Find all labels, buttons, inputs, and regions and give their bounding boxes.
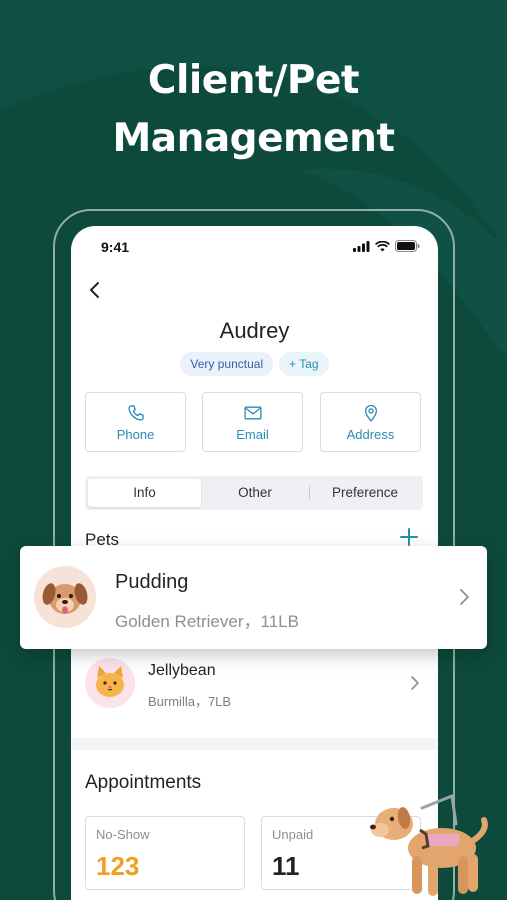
tab-preference[interactable]: Preference [310, 479, 420, 507]
pet-name: Pudding [115, 571, 189, 593]
appointments-heading: Appointments [85, 772, 202, 793]
info-tabs: Info Other Preference [85, 476, 423, 510]
headline-line-2: Management [112, 116, 395, 161]
email-label: Email [236, 427, 269, 442]
chevron-right-icon [460, 589, 469, 605]
address-label: Address [346, 427, 395, 442]
location-pin-icon [364, 404, 377, 422]
status-bar: 9:41 [71, 226, 438, 270]
wifi-icon [375, 240, 390, 251]
stat-label: Unpaid [272, 827, 314, 842]
envelope-icon [243, 406, 262, 420]
section-divider [71, 738, 438, 750]
pet-details: Burmilla，7LB [148, 694, 232, 709]
phone-button[interactable]: Phone [85, 392, 186, 452]
back-chevron-icon[interactable] [83, 278, 107, 302]
pet-card-highlighted[interactable]: Pudding Golden Retriever，11LB [20, 546, 487, 649]
status-time: 9:41 [101, 239, 130, 255]
contact-actions: Phone Email Address [85, 392, 423, 452]
tab-info[interactable]: Info [88, 479, 201, 507]
signal-icon [353, 240, 370, 252]
add-pet-icon[interactable] [398, 526, 420, 548]
stat-label: No-Show [96, 827, 150, 842]
cat-face-icon [85, 658, 135, 708]
tag-chip[interactable]: Very punctual [180, 352, 274, 376]
tab-other[interactable]: Other [201, 479, 309, 507]
phone-label: Phone [116, 427, 155, 442]
battery-icon [395, 240, 420, 252]
pet-details: Golden Retriever，11LB [115, 612, 299, 631]
stat-value: 123 [96, 851, 140, 881]
email-button[interactable]: Email [202, 392, 303, 452]
chevron-right-icon [411, 676, 419, 690]
phone-icon [127, 405, 144, 421]
headline-line-1: Client/Pet [147, 58, 360, 103]
pet-name: Jellybean [148, 662, 216, 679]
pet-list-item[interactable]: Jellybean Burmilla，7LB [71, 648, 438, 720]
stat-value: 11 [272, 851, 300, 881]
address-button[interactable]: Address [320, 392, 421, 452]
client-name: Audrey [219, 318, 290, 343]
no-show-stat-card[interactable]: No-Show 123 [85, 816, 245, 890]
dog-face-icon [34, 566, 96, 628]
status-icons [353, 240, 420, 252]
promo-headline: Client/Pet Management [0, 52, 507, 168]
guide-dog-illustration [370, 794, 488, 896]
client-tags: Very punctual + Tag [71, 352, 438, 376]
add-tag-button[interactable]: + Tag [279, 352, 329, 376]
